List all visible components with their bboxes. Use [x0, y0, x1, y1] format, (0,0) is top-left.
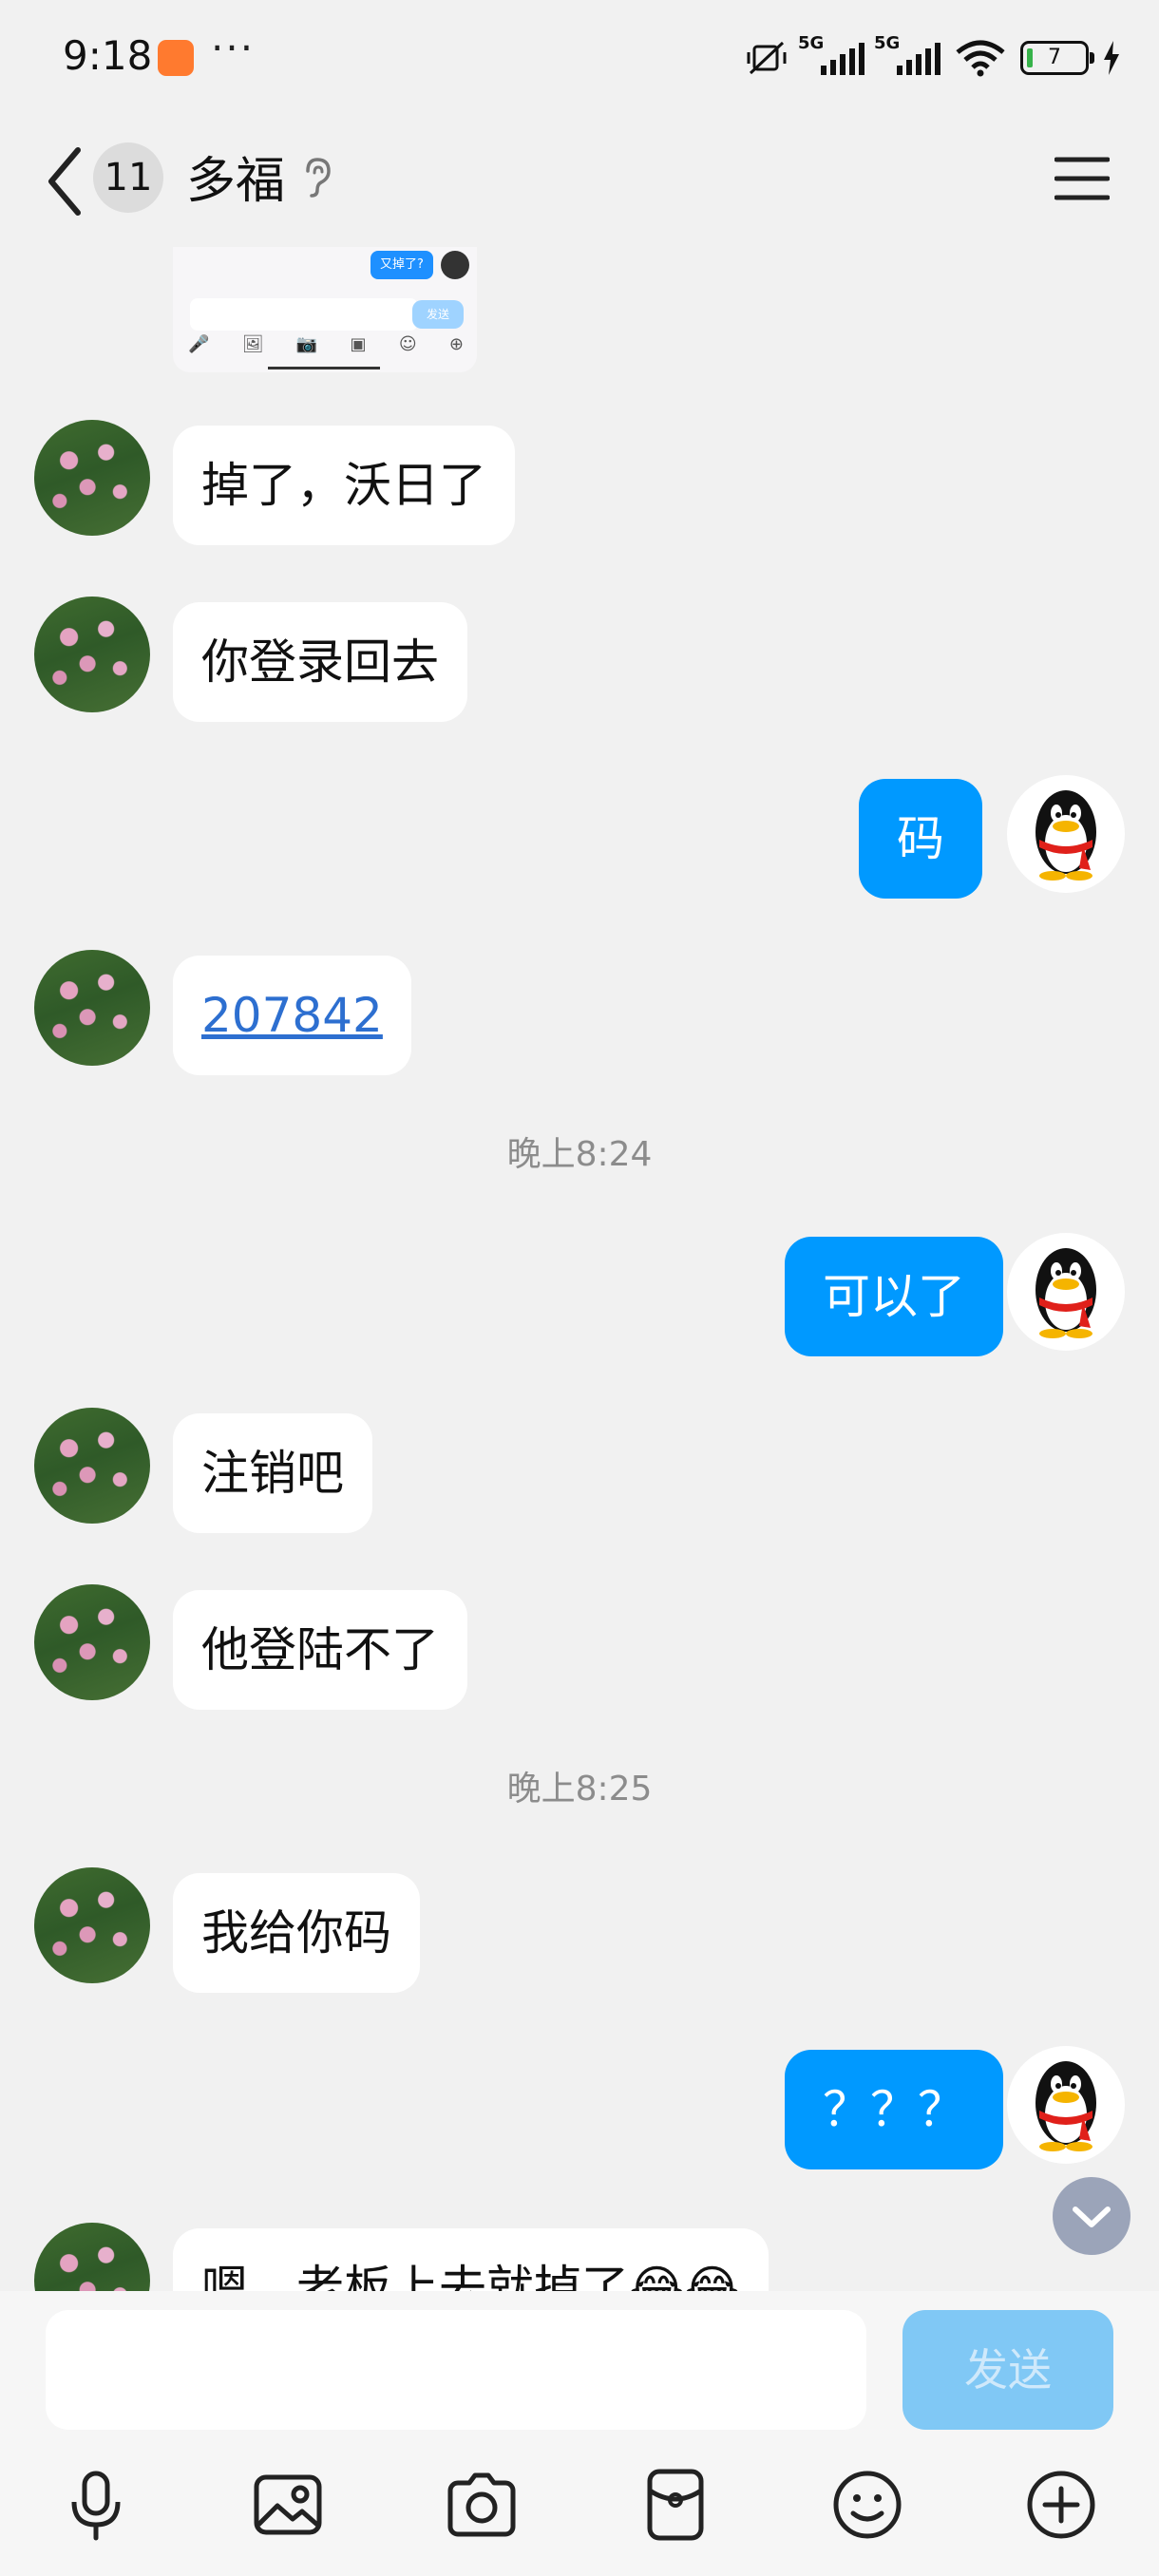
battery-icon: 7: [1020, 41, 1094, 75]
emoji-icon[interactable]: [825, 2462, 910, 2548]
contact-avatar[interactable]: [34, 420, 150, 536]
status-bar: 9:18 ··· 5G 5G 7: [0, 0, 1159, 114]
signal-2-icon: 5G: [874, 33, 940, 75]
shopping-app-icon: [158, 40, 194, 76]
my-avatar[interactable]: [1007, 1233, 1125, 1351]
menu-icon[interactable]: [1054, 150, 1110, 207]
thumbnail-send: 发送: [412, 300, 464, 329]
outgoing-message[interactable]: 码: [859, 779, 982, 899]
red-packet-icon[interactable]: [633, 2462, 718, 2548]
thumbnail-home-indicator: [268, 367, 380, 369]
thumbnail-toolbar: 🎤 🖼 📷 ▣ ☺ ⊕: [188, 334, 464, 354]
status-icons: 5G 5G 7: [745, 33, 1121, 82]
contact-avatar[interactable]: [34, 1408, 150, 1524]
chat-header: 11 多福: [0, 114, 1159, 247]
contact-avatar[interactable]: [34, 1867, 150, 1983]
incoming-message[interactable]: 掉了，沃日了: [173, 426, 515, 545]
scroll-to-bottom-button[interactable]: [1053, 2177, 1130, 2255]
image-icon[interactable]: [245, 2462, 331, 2548]
penguin-avatar-icon: [1036, 2061, 1096, 2151]
code-link[interactable]: 207842: [201, 988, 383, 1043]
my-avatar[interactable]: [1007, 775, 1125, 893]
composer-toolbar: [0, 2462, 1159, 2548]
send-button[interactable]: 发送: [902, 2310, 1113, 2430]
plus-icon[interactable]: [1018, 2462, 1104, 2548]
my-avatar[interactable]: [1007, 2046, 1125, 2164]
signal-1-icon: 5G: [798, 33, 864, 75]
timestamp: 晚上8:24: [506, 1135, 653, 1174]
unread-count-badge[interactable]: 11: [93, 142, 163, 213]
incoming-message[interactable]: 注销吧: [173, 1413, 372, 1533]
wifi-icon: [956, 40, 1005, 77]
contact-avatar[interactable]: [34, 1584, 150, 1700]
incoming-message[interactable]: 我给你码: [173, 1873, 420, 1993]
penguin-avatar-icon: [1036, 1248, 1096, 1338]
timestamp: 晚上8:25: [506, 1770, 653, 1809]
outgoing-message[interactable]: 可以了: [785, 1237, 1003, 1356]
back-arrow-icon[interactable]: [40, 139, 97, 224]
status-time: 9:18: [63, 32, 153, 79]
composer: 发送: [0, 2291, 1159, 2576]
contact-avatar[interactable]: [34, 597, 150, 712]
outgoing-message[interactable]: ？？？: [785, 2050, 1003, 2169]
mic-icon[interactable]: [53, 2462, 139, 2548]
incoming-message[interactable]: 嗯，老板上去就掉了😂😂: [173, 2228, 769, 2291]
thumbnail-avatar: [441, 251, 469, 279]
mute-vibrate-icon: [747, 41, 787, 75]
earpiece-mode-icon: [306, 158, 331, 198]
screenshot-image-message[interactable]: 又掉了? 发送 🎤 🖼 📷 ▣ ☺ ⊕: [173, 247, 477, 372]
thumbnail-bubble: 又掉了?: [370, 251, 433, 279]
more-notifications-icon: ···: [211, 25, 256, 71]
message-list[interactable]: 又掉了? 发送 🎤 🖼 📷 ▣ ☺ ⊕ 掉了，沃日了 你登录回去 码 207842 晚上8…: [0, 247, 1159, 2291]
chevron-down-icon: [1073, 2207, 1111, 2227]
thumbnail-input: [190, 298, 418, 331]
incoming-message[interactable]: 207842: [173, 956, 411, 1075]
incoming-message[interactable]: 你登录回去: [173, 602, 467, 722]
incoming-message[interactable]: 他登陆不了: [173, 1590, 467, 1710]
battery-level: 7: [1048, 46, 1061, 69]
contact-name[interactable]: 多福: [186, 139, 285, 224]
contact-avatar[interactable]: [34, 950, 150, 1066]
penguin-avatar-icon: [1036, 790, 1096, 881]
message-input[interactable]: [46, 2310, 866, 2430]
contact-avatar[interactable]: [34, 2223, 150, 2291]
camera-icon[interactable]: [439, 2462, 524, 2548]
charging-icon: [1104, 41, 1119, 75]
